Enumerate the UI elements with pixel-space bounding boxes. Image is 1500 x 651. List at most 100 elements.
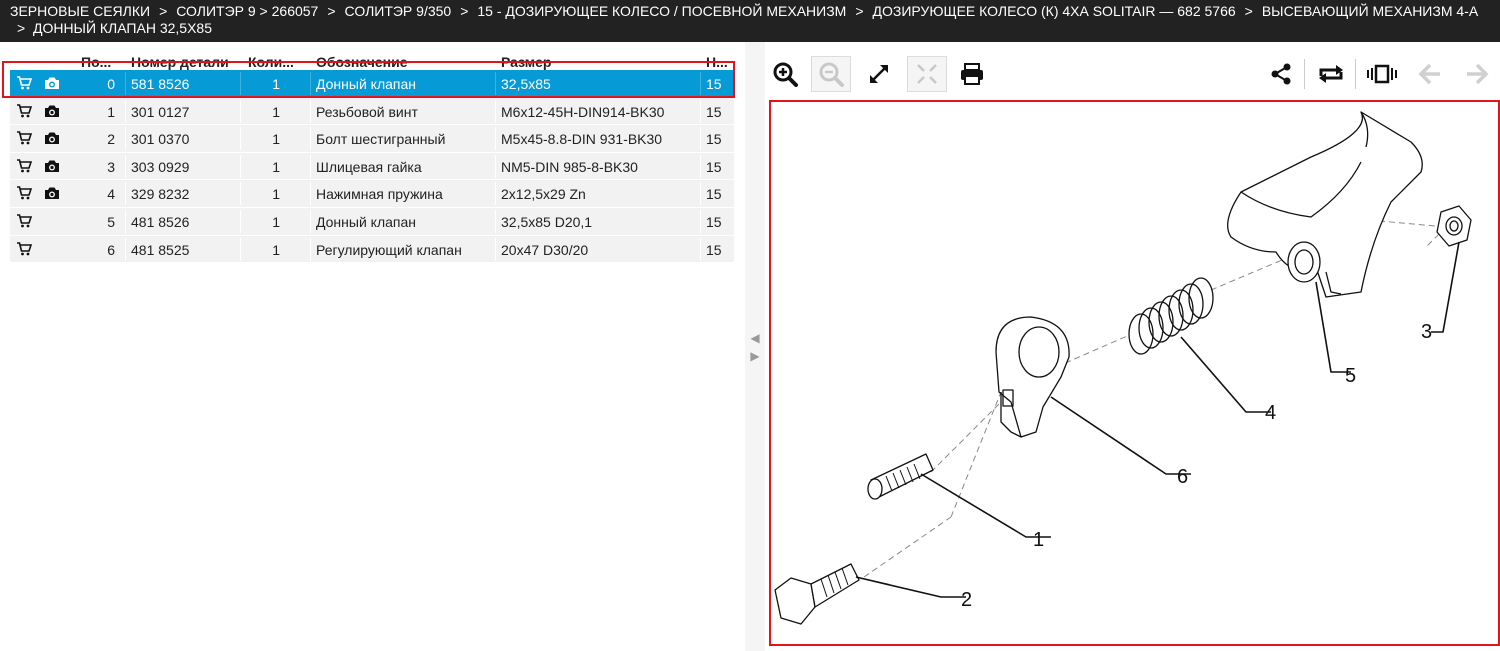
cell-pos: 4: [107, 186, 115, 203]
print-button[interactable]: [952, 56, 992, 92]
table-row[interactable]: 5 481 8526 1 Донный клапан 32,5x85 D20,1 15: [10, 207, 734, 236]
cart-icon[interactable]: [16, 186, 33, 200]
breadcrumb-item[interactable]: ДОЗИРУЮЩЕЕ КОЛЕСО (К) 4ХА SOLITAIR — 682…: [873, 3, 1236, 19]
part-3-nut: [1436, 205, 1472, 247]
cell-designation: Шлицевая гайка: [316, 158, 422, 175]
table-row[interactable]: 3 303 0929 1 Шлицевая гайка NM5-DIN 985-8-BK…: [10, 152, 734, 181]
column-divider: [700, 182, 701, 206]
cell-pos: 6: [107, 241, 115, 258]
column-divider: [310, 209, 311, 233]
fullscreen-button[interactable]: [859, 56, 899, 92]
callout-3[interactable]: 3: [1421, 321, 1432, 344]
carousel-button[interactable]: [1362, 56, 1402, 92]
column-divider: [125, 237, 126, 261]
exploded-view-drawing[interactable]: 1 2 3 4 5 6: [769, 100, 1500, 646]
cell-part-number: 301 0370: [131, 131, 190, 148]
breadcrumb-separator: >: [17, 20, 26, 36]
cart-icon[interactable]: [16, 131, 33, 145]
breadcrumb-item[interactable]: ЗЕРНОВЫЕ СЕЯЛКИ: [10, 3, 150, 19]
column-divider: [700, 237, 701, 261]
cart-icon[interactable]: [16, 158, 33, 173]
breadcrumb-item[interactable]: 15 - ДОЗИРУЮЩЕЕ КОЛЕСО / ПОСЕВНОЙ МЕХАНИ…: [477, 3, 846, 19]
breadcrumb-item[interactable]: ВЫСЕВАЮЩИЙ МЕХАНИЗМ 4-А: [1262, 3, 1478, 19]
callout-5[interactable]: 5: [1345, 365, 1356, 388]
part-1-grub-screw: [867, 453, 934, 500]
column-divider: [495, 99, 496, 123]
cell-size: 32,5x85 D20,1: [501, 213, 593, 230]
cell-pos: 1: [107, 103, 115, 120]
column-divider: [495, 237, 496, 261]
camera-icon[interactable]: [44, 159, 60, 173]
fit-button[interactable]: [907, 56, 947, 92]
zoom-out-icon: [819, 62, 844, 87]
arrow-right-icon: [1467, 63, 1489, 85]
parts-diagram: [774, 111, 1472, 625]
cell-part-number: 329 8232: [131, 186, 190, 203]
part-4-spring: [1128, 277, 1214, 355]
repeat-button[interactable]: [1311, 56, 1351, 92]
print-icon: [961, 63, 983, 85]
camera-icon[interactable]: [44, 104, 60, 118]
cart-icon[interactable]: [16, 103, 33, 118]
table-row[interactable]: 6 481 8525 1 Регулирующий клапан 20x47 D30/2…: [10, 235, 734, 264]
cell-designation: Нажимная пружина: [316, 186, 443, 203]
table-row[interactable]: 2 301 0370 1 Болт шестигранный M5x45-8.8-DIN…: [10, 125, 734, 153]
column-divider: [495, 209, 496, 233]
breadcrumb-separator: >: [855, 3, 864, 19]
selection-highlight: [2, 61, 735, 98]
column-divider: [310, 99, 311, 123]
callout-2[interactable]: 2: [961, 589, 972, 612]
carousel-icon: [1367, 64, 1397, 84]
cell-designation: Резьбовой винт: [316, 103, 418, 120]
column-divider: [310, 127, 311, 151]
cart-icon[interactable]: [16, 241, 33, 256]
camera-icon[interactable]: [44, 186, 60, 200]
toolbar-divider: [1304, 59, 1305, 89]
zoom-in-button[interactable]: [765, 56, 805, 92]
toolbar-divider: [1355, 59, 1356, 89]
cell-qty: 1: [272, 213, 280, 230]
cell-page: 15: [706, 241, 722, 258]
cell-page: 15: [706, 186, 722, 203]
cell-size: M6x12-45H-DIN914-BK30: [501, 103, 665, 120]
previous-button[interactable]: [1410, 56, 1450, 92]
cell-pos: 3: [107, 158, 115, 175]
table-row[interactable]: 4 329 8232 1 Нажимная пружина 2x12,5x29 Zn 15: [10, 180, 734, 208]
cell-part-number: 481 8525: [131, 241, 190, 258]
column-divider: [495, 127, 496, 151]
table-row[interactable]: 1 301 0127 1 Резьбовой винт M6x12-45H-DIN914…: [10, 97, 734, 126]
breadcrumb-item-current[interactable]: ДОННЫЙ КЛАПАН 32,5Х85: [33, 20, 212, 36]
cell-pos: 2: [107, 131, 115, 148]
collapse-left-icon[interactable]: ◀: [749, 332, 761, 344]
cart-icon[interactable]: [16, 214, 33, 228]
column-divider: [700, 209, 701, 233]
share-icon: [1271, 63, 1291, 85]
cell-part-number: 481 8526: [131, 213, 190, 230]
callout-6[interactable]: 6: [1177, 466, 1188, 489]
zoom-out-button[interactable]: [811, 56, 851, 92]
cell-page: 15: [706, 213, 722, 230]
breadcrumb: ЗЕРНОВЫЕ СЕЯЛКИ > СОЛИТЭР 9 > 266057 > СОЛИТ…: [0, 0, 1500, 42]
column-divider: [310, 154, 311, 178]
breadcrumb-item[interactable]: СОЛИТЭР 9 > 266057: [176, 3, 318, 19]
cell-part-number: 301 0127: [131, 103, 190, 120]
breadcrumb-separator: >: [159, 3, 168, 19]
column-divider: [700, 154, 701, 178]
callout-4[interactable]: 4: [1265, 402, 1276, 425]
column-divider: [495, 154, 496, 178]
next-button[interactable]: [1457, 56, 1497, 92]
expand-right-icon[interactable]: ▶: [749, 350, 761, 362]
part-2-hex-bolt: [774, 563, 860, 625]
cell-designation: Донный клапан: [316, 213, 416, 230]
column-divider: [125, 209, 126, 233]
cell-pos: 5: [107, 213, 115, 230]
cell-page: 15: [706, 158, 722, 175]
breadcrumb-item[interactable]: СОЛИТЭР 9/350: [345, 3, 452, 19]
callout-1[interactable]: 1: [1033, 529, 1044, 552]
cell-designation: Болт шестигранный: [316, 131, 446, 148]
camera-icon[interactable]: [44, 131, 60, 145]
cell-size: 2x12,5x29 Zn: [501, 186, 586, 203]
parts-panel: По... Номер детали Коли... Обозначение Р…: [0, 42, 745, 651]
panel-splitter[interactable]: ◀ ▶: [745, 42, 765, 651]
share-button[interactable]: [1261, 56, 1301, 92]
